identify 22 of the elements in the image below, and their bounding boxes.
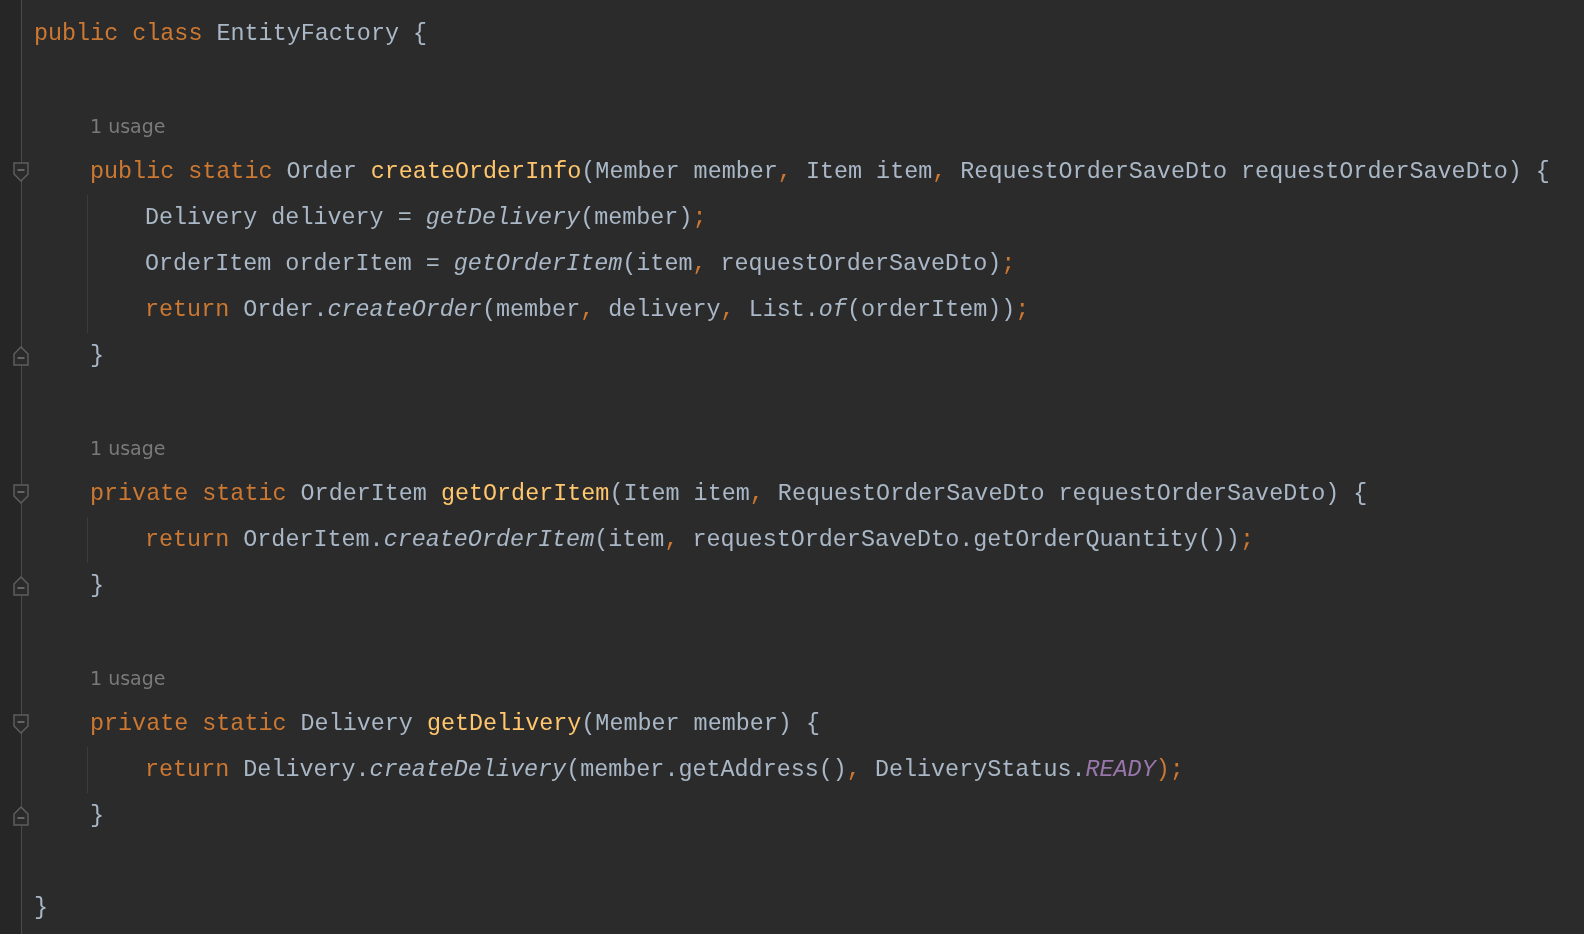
closing-brace: } [90, 573, 105, 599]
code-line: return Order.createOrder(member, delivery, List.of(orderItem)); [145, 297, 1030, 323]
closing-brace: } [34, 895, 49, 921]
usage-hint[interactable]: 1 usage [90, 115, 166, 137]
closing-brace: } [90, 343, 105, 369]
fold-icon[interactable] [12, 484, 30, 504]
usage-hint[interactable]: 1 usage [90, 437, 166, 459]
fold-icon[interactable] [12, 576, 30, 596]
code-line: OrderItem orderItem = getOrderItem(item, requestOrderSaveDto); [145, 251, 1016, 277]
code-line: return OrderItem.createOrderItem(item, requestOrderSaveDto.getOrderQuantity()); [145, 527, 1254, 553]
code-line: public static Order createOrderInfo(Member member, Item item, RequestOrderSaveDto requestOrderSaveDto) { [90, 159, 1550, 185]
code-line: private static OrderItem getOrderItem(Item item, RequestOrderSaveDto requestOrderSaveDto) { [90, 481, 1368, 507]
fold-icon[interactable] [12, 714, 30, 734]
code-line: return Delivery.createDelivery(member.getAddress(), DeliveryStatus.READY); [145, 757, 1184, 783]
code-line: private static Delivery getDelivery(Member member) { [90, 711, 820, 737]
fold-icon[interactable] [12, 162, 30, 182]
code-line: public class EntityFactory { [34, 21, 428, 47]
closing-brace: } [90, 803, 105, 829]
fold-icon[interactable] [12, 806, 30, 826]
fold-icon[interactable] [12, 346, 30, 366]
usage-hint[interactable]: 1 usage [90, 667, 166, 689]
code-line: Delivery delivery = getDelivery(member); [145, 205, 707, 231]
